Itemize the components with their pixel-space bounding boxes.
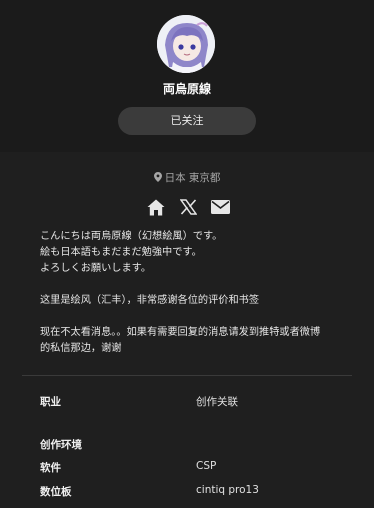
tablet-value: cintiq pro13	[196, 484, 259, 496]
home-icon[interactable]	[146, 197, 166, 217]
tablet-label: 数位板	[40, 486, 72, 498]
bio-line: 这里是绘风（汇丰），非常感谢各位的评价和书签	[40, 295, 260, 306]
job-value: 创作关联	[196, 396, 238, 408]
location-pin-icon	[153, 172, 162, 182]
mail-icon[interactable]	[210, 197, 230, 217]
location-text: 日本 東京都	[164, 172, 221, 184]
bio-line: こんにちは両烏原線（幻想絵風）です。	[40, 231, 223, 242]
bio-line: 絵も日本語もまだまだ勉強中です。	[40, 247, 202, 258]
bio: こんにちは両烏原線（幻想絵風）です。 絵も日本語もまだまだ勉強中です。 よろしく…	[40, 229, 340, 357]
follow-button[interactable]: 已关注	[118, 107, 256, 135]
job-label: 职业	[40, 396, 61, 408]
bio-spacer	[40, 309, 340, 325]
bio-line: 现在不太看消息。。如果有需要回复的消息请发到推特或者微博	[40, 327, 321, 338]
bio-spacer	[40, 277, 340, 293]
profile-name: 両烏原線	[162, 82, 211, 96]
creation-environment-title: 创作环境	[40, 439, 82, 451]
avatar[interactable]	[157, 15, 215, 73]
x-icon[interactable]	[178, 197, 198, 217]
profile-header: 両烏原線 已关注	[0, 0, 374, 152]
software-label: 软件	[40, 462, 61, 474]
software-value: CSP	[196, 460, 217, 472]
divider	[22, 375, 352, 376]
bio-line: よろしくお願いします。	[40, 263, 152, 274]
social-links	[146, 197, 230, 217]
bio-line: 的私信那边，谢谢	[40, 343, 122, 354]
location: 日本 東京都	[0, 170, 374, 185]
